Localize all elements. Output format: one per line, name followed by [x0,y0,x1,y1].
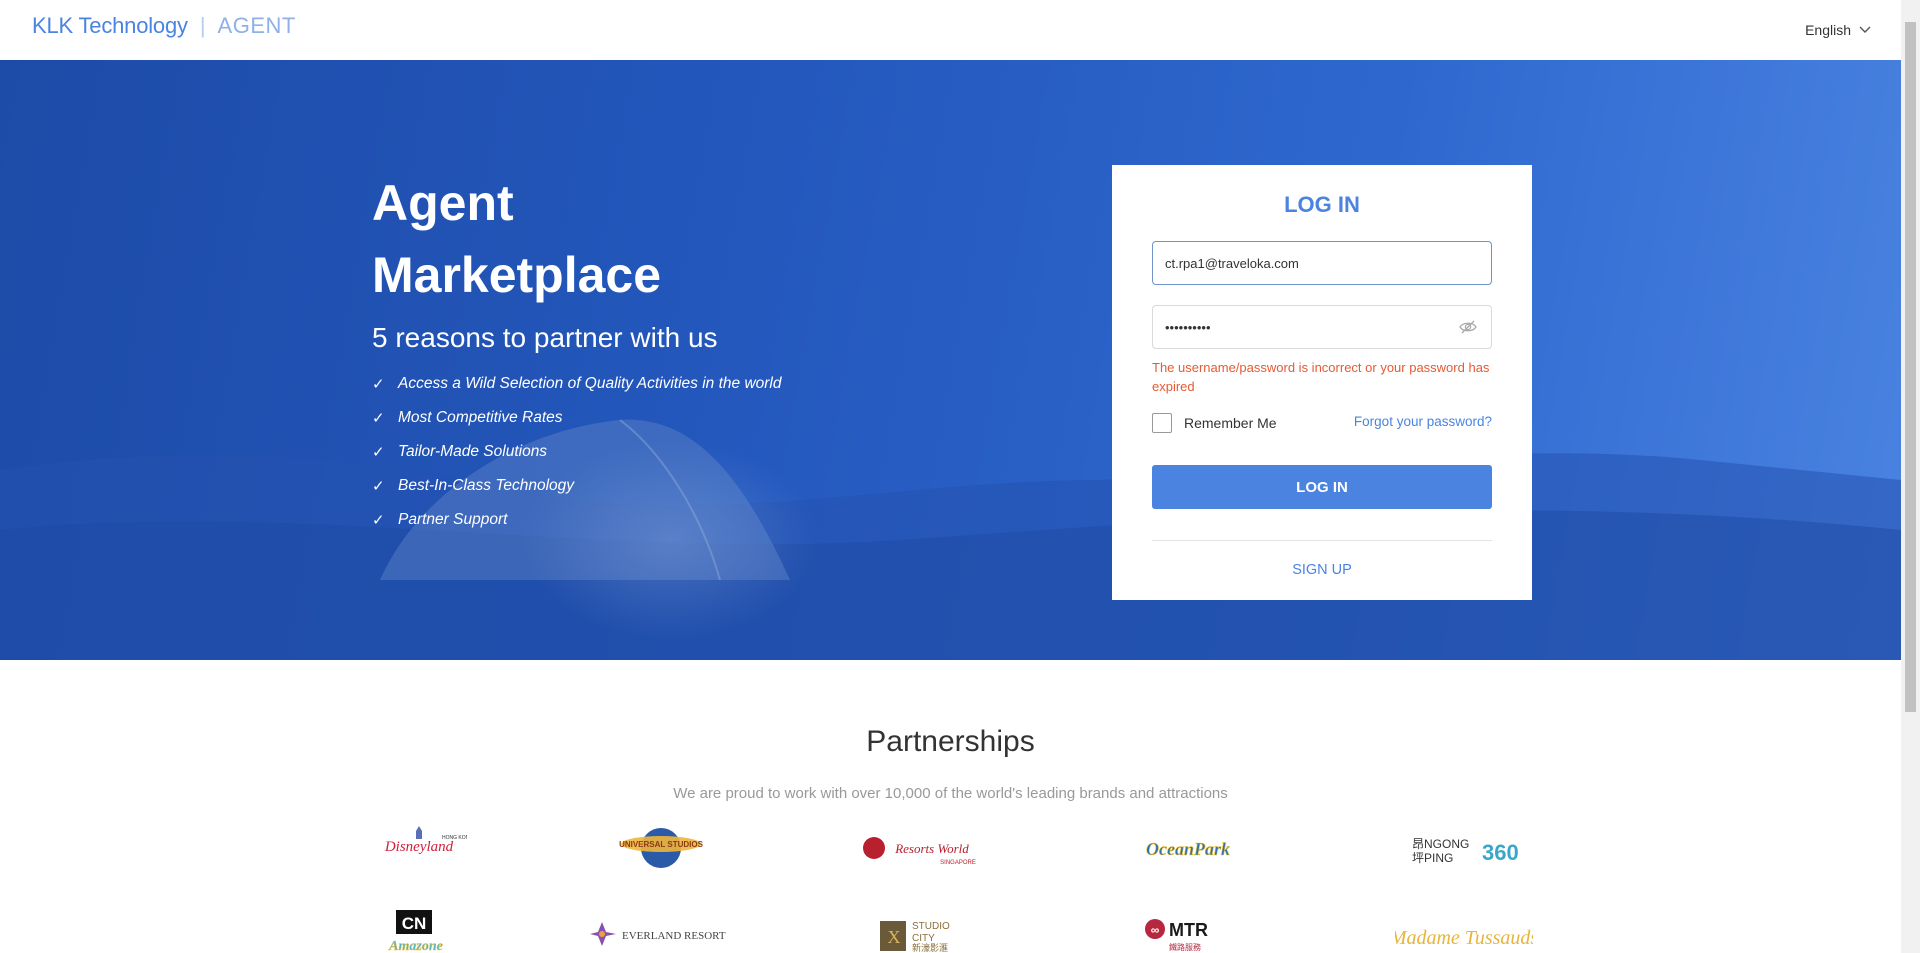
brand-separator: | [199,13,206,38]
madame-tussauds-logo: Madame Tussauds [1395,927,1533,949]
disneyland-logo: Disneyland HONG KONG [384,826,467,855]
partner-logo-resorts-world: Resorts World SINGAPORE [860,833,982,867]
svg-text:昂NGONG: 昂NGONG [1412,837,1469,851]
forgot-password-link[interactable]: Forgot your password? [1354,414,1492,429]
reasons-list: ✓ Access a Wild Selection of Quality Acti… [372,367,782,537]
svg-text:坪PING: 坪PING [1412,851,1453,865]
brand-product: AGENT [217,13,296,38]
partner-logo-everland: EVERLAND RESORT [590,918,730,950]
svg-text:X: X [888,927,901,947]
reason-text: Tailor-Made Solutions [398,443,548,460]
svg-text:EVERLAND RESORT: EVERLAND RESORT [622,930,726,942]
top-header: KLK Technology | AGENT English [0,0,1901,60]
password-input[interactable]: •••••••••• [1165,320,1211,335]
hero-title: Agent Marketplace [372,167,661,311]
partner-logo-mtr: ∞ MTR 鐵路服務 [1143,915,1238,953]
reason-item: ✓ Tailor-Made Solutions [372,435,782,469]
email-input[interactable] [1165,255,1445,271]
check-icon: ✓ [372,512,385,529]
svg-text:Disneyland: Disneyland [384,839,454,855]
remember-me-checkbox[interactable] [1152,413,1172,433]
mtr-logo: ∞ MTR 鐵路服務 [1145,919,1208,952]
ocean-park-logo: OceanPark [1146,839,1231,860]
login-error-message: The username/password is incorrect or yo… [1152,360,1490,394]
partner-logo-madame-tussauds: Madame Tussauds [1395,922,1533,952]
partner-logo-universal: UNIVERSAL STUDIOS [618,824,704,872]
reason-text: Best-In-Class Technology [398,477,575,494]
partnerships-title: Partnerships [866,725,1035,758]
hero-banner: Agent Marketplace 5 reasons to partner w… [0,60,1901,660]
reason-item: ✓ Partner Support [372,503,782,537]
reason-text: Most Competitive Rates [398,409,563,426]
login-button[interactable]: LOG IN [1152,465,1492,509]
remember-me-label: Remember Me [1184,415,1277,431]
language-label: English [1805,22,1851,38]
reason-item: ✓ Best-In-Class Technology [372,469,782,503]
svg-text:MTR: MTR [1169,920,1208,940]
partner-logo-cartoon-network: CN Amazone [376,908,458,953]
check-icon: ✓ [372,376,385,393]
svg-text:SINGAPORE: SINGAPORE [940,860,976,866]
reason-text: Access a Wild Selection of Quality Activ… [398,375,782,392]
hero-title-line2: Marketplace [372,247,662,303]
svg-text:UNIVERSAL STUDIOS: UNIVERSAL STUDIOS [619,840,704,849]
svg-text:鐵路服務: 鐵路服務 [1169,942,1201,952]
svg-text:∞: ∞ [1151,923,1160,937]
email-field[interactable] [1152,241,1492,285]
hero-subtitle: 5 reasons to partner with us [372,322,718,353]
language-selector[interactable]: English [1805,22,1871,38]
svg-text:新濠影滙: 新濠影滙 [912,942,948,953]
reason-item: ✓ Most Competitive Rates [372,401,782,435]
login-title: LOG IN [1284,192,1360,217]
reason-item: ✓ Access a Wild Selection of Quality Acti… [372,367,782,401]
everland-logo: EVERLAND RESORT [590,922,726,946]
brand-logo[interactable]: KLK Technology | AGENT [32,13,296,39]
partner-logo-ngong-ping: 昂NGONG 坪PING 360 [1410,832,1525,866]
svg-text:CN: CN [402,914,427,933]
divider [1152,540,1492,541]
svg-text:STUDIO: STUDIO [912,921,950,932]
signup-link[interactable]: SIGN UP [1112,562,1532,578]
check-icon: ✓ [372,478,385,495]
svg-text:Resorts World: Resorts World [894,841,969,856]
partnerships-subtitle: We are proud to work with over 10,000 of… [673,785,1228,802]
svg-text:OceanPark: OceanPark [1146,839,1230,859]
scrollbar-thumb[interactable] [1905,22,1916,712]
remember-me[interactable]: Remember Me [1152,413,1277,433]
partner-logo-ocean-park: OceanPark [1143,829,1233,871]
partner-logo-disneyland: Disneyland HONG KONG [372,825,467,871]
check-icon: ✓ [372,444,385,461]
ngong-ping-logo: 昂NGONG 坪PING 360 [1412,837,1519,865]
universal-studios-logo: UNIVERSAL STUDIOS [619,828,704,868]
hero-title-line1: Agent [372,175,514,231]
chevron-down-icon [1859,26,1871,33]
hero-background-scene [0,419,1901,660]
reason-text: Partner Support [398,511,508,528]
cartoon-network-logo: CN Amazone [388,910,443,953]
page-scrollbar[interactable] [1901,0,1920,953]
svg-text:HONG KONG: HONG KONG [442,835,467,841]
svg-text:360: 360 [1482,840,1519,865]
check-icon: ✓ [372,410,385,427]
studio-city-logo: X STUDIO CITY 新濠影滙 [880,921,950,953]
login-card: LOG IN •••••••••• The username/password … [1112,165,1532,600]
password-field[interactable]: •••••••••• [1152,305,1492,349]
eye-off-icon[interactable] [1459,320,1477,334]
resorts-world-logo: Resorts World SINGAPORE [863,837,976,866]
svg-text:Madame Tussauds: Madame Tussauds [1395,927,1533,949]
partner-logo-studio-city: X STUDIO CITY 新濠影滙 [878,915,963,953]
brand-name: KLK Technology [32,13,188,38]
svg-text:Amazone: Amazone [388,939,443,953]
